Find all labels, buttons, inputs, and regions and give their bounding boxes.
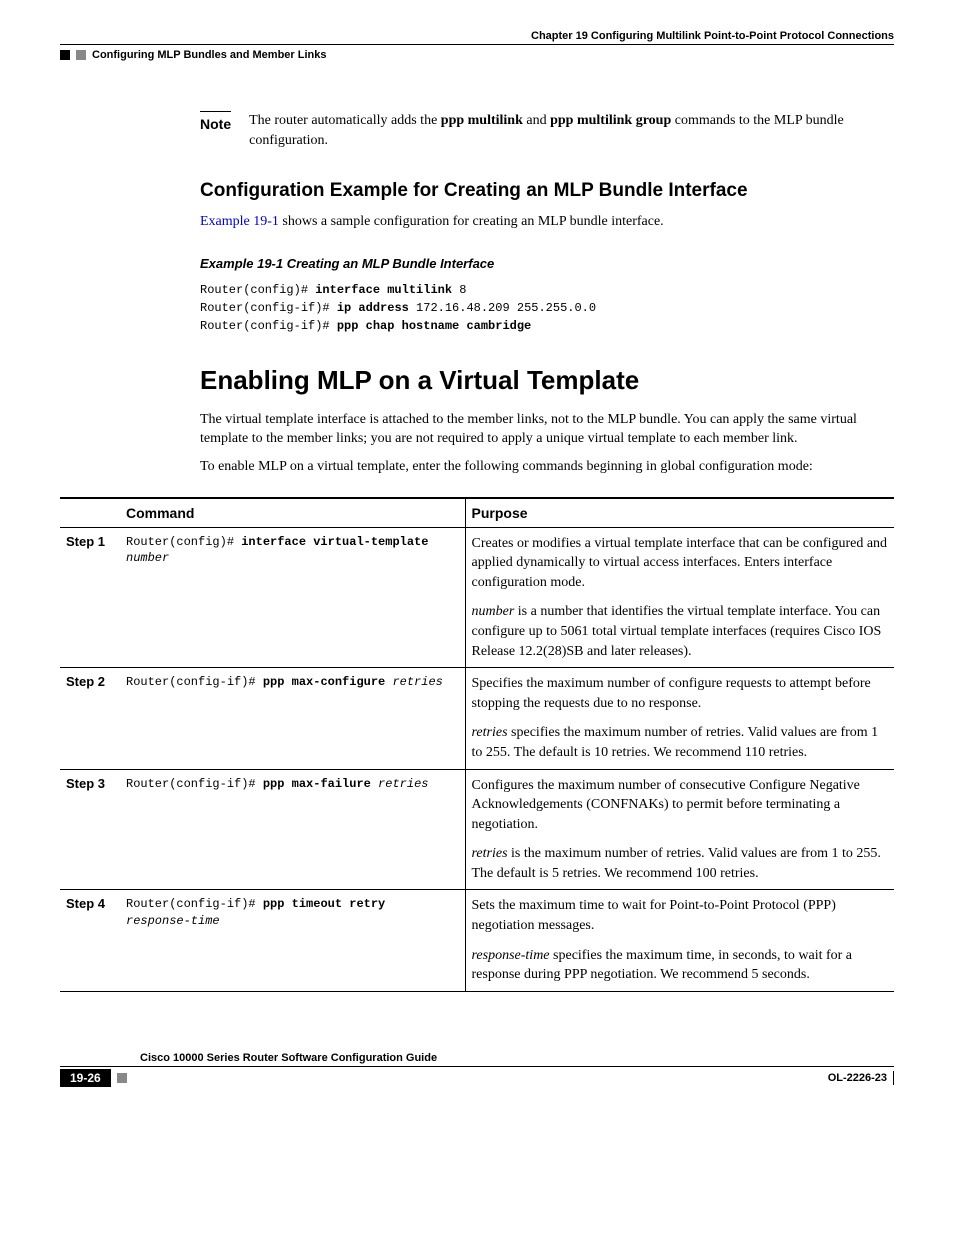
table-row: Step 3Router(config-if)# ppp max-failure… [60,769,894,890]
footer-guide-title: Cisco 10000 Series Router Software Confi… [60,1052,894,1067]
chapter-title: Chapter 19 Configuring Multilink Point-t… [531,30,894,42]
section-title: Configuring MLP Bundles and Member Links [92,49,326,61]
note-block: Note The router automatically adds the p… [200,111,894,150]
purpose-cell: Creates or modifies a virtual template i… [465,527,894,668]
page-number: 19-26 [60,1069,111,1087]
command-cell: Router(config-if)# ppp max-configure ret… [120,668,465,769]
command-cell: Router(config-if)# ppp timeout retryresp… [120,890,465,991]
grey-square-icon [117,1073,127,1083]
intro-paragraph: Example 19-1 shows a sample configuratio… [200,212,894,232]
step-header [60,498,120,528]
document-id: OL-2226-23 [828,1072,887,1084]
grey-square-icon [76,50,86,60]
table-row: Step 2Router(config-if)# ppp max-configu… [60,668,894,769]
step-cell: Step 1 [60,527,120,668]
black-square-icon [60,50,70,60]
purpose-cell: Specifies the maximum number of configur… [465,668,894,769]
example-code-block: Router(config)# interface multilink 8 Ro… [200,281,894,335]
table-row: Step 1Router(config)# interface virtual-… [60,527,894,668]
command-cell: Router(config-if)# ppp max-failure retri… [120,769,465,890]
example-title: Example 19-1 Creating an MLP Bundle Inte… [200,256,894,271]
step-cell: Step 2 [60,668,120,769]
enable-paragraph-2: To enable MLP on a virtual template, ent… [200,457,894,477]
step-cell: Step 3 [60,769,120,890]
note-text: The router automatically adds the ppp mu… [249,111,894,150]
page-header: Chapter 19 Configuring Multilink Point-t… [60,30,894,45]
page-footer: Cisco 10000 Series Router Software Confi… [60,1052,894,1087]
example-link[interactable]: Example 19-1 [200,214,279,229]
step-cell: Step 4 [60,890,120,991]
command-cell: Router(config)# interface virtual-templa… [120,527,465,668]
config-example-heading: Configuration Example for Creating an ML… [200,180,894,202]
purpose-header: Purpose [465,498,894,528]
divider-icon [893,1071,894,1085]
enable-mlp-heading: Enabling MLP on a Virtual Template [200,365,894,396]
table-row: Step 4Router(config-if)# ppp timeout ret… [60,890,894,991]
section-breadcrumb: Configuring MLP Bundles and Member Links [60,49,894,61]
enable-paragraph-1: The virtual template interface is attach… [200,410,894,449]
purpose-cell: Sets the maximum time to wait for Point-… [465,890,894,991]
command-table: Command Purpose Step 1Router(config)# in… [60,497,894,992]
note-label: Note [200,111,231,150]
command-header: Command [120,498,465,528]
purpose-cell: Configures the maximum number of consecu… [465,769,894,890]
